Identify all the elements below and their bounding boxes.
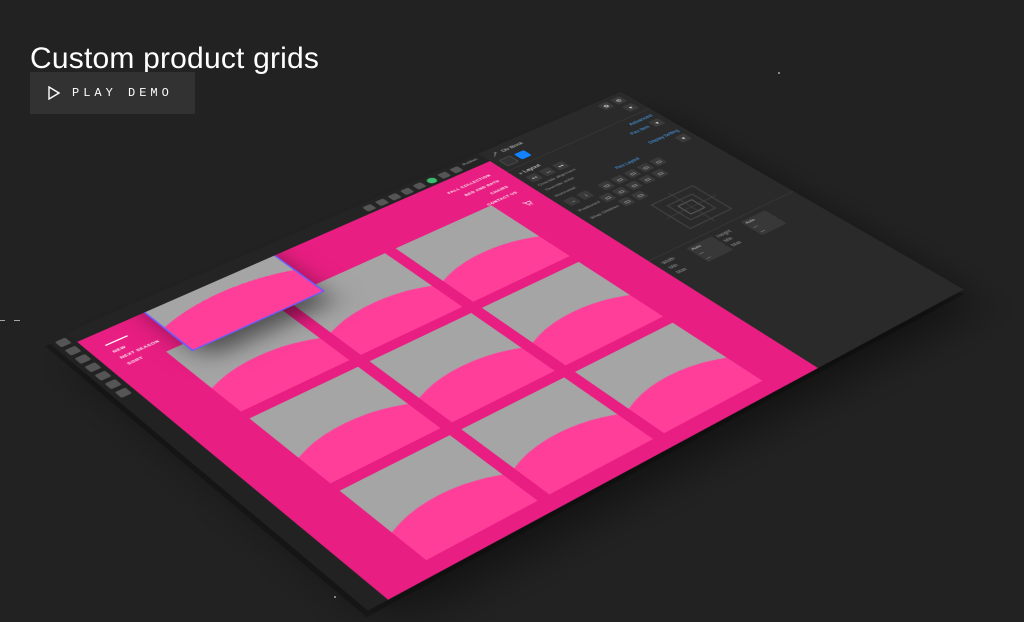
product-tile[interactable] [369, 313, 554, 422]
product-tile[interactable] [461, 377, 653, 494]
left-toolbar[interactable] [47, 333, 388, 611]
toolbar-icon[interactable] [449, 166, 463, 174]
tool-icon[interactable] [84, 362, 101, 372]
expand-icon[interactable]: ▾ [648, 118, 666, 127]
tool-icon[interactable] [104, 379, 121, 389]
device-icon[interactable] [412, 182, 426, 190]
justify-icon[interactable]: ▭ [610, 175, 628, 185]
menu-item[interactable]: NEW [112, 334, 154, 354]
speck [778, 72, 780, 74]
align-btn[interactable]: ▭ [638, 175, 656, 185]
cart-icon[interactable] [520, 199, 536, 208]
justify-icon[interactable]: ▭ [649, 157, 667, 166]
product-tile[interactable] [575, 322, 762, 433]
speck [334, 596, 336, 598]
direction-icon[interactable]: → [563, 196, 582, 206]
editor-window: Publish NEW NEXT SEASON SORT FALL COLLEC… [47, 92, 964, 611]
justify-icon[interactable]: ▭ [597, 181, 615, 191]
product-tile[interactable] [250, 367, 440, 483]
tool-icon[interactable] [55, 338, 72, 348]
product-tile[interactable] [339, 435, 537, 560]
align-btn[interactable]: ▭ [598, 193, 617, 203]
menu-underline [105, 335, 128, 346]
expand-icon[interactable]: ▾ [674, 133, 692, 142]
play-icon [48, 86, 60, 100]
toolbar-icon[interactable] [437, 171, 451, 179]
device-icon[interactable] [400, 187, 414, 195]
gear-icon[interactable]: ⚙ [610, 96, 627, 105]
wrap-btn[interactable]: ▭ [631, 190, 649, 200]
align-btn[interactable]: ▭ [612, 187, 630, 197]
tool-icon[interactable] [74, 354, 91, 364]
tool-icon[interactable] [94, 371, 111, 381]
align-icon[interactable]: ↦ [552, 161, 570, 171]
tool-icon[interactable] [115, 387, 132, 398]
speck [14, 320, 20, 321]
demo-scene: Publish NEW NEXT SEASON SORT FALL COLLEC… [132, 55, 892, 575]
speck [0, 320, 5, 321]
wrap-btn[interactable]: ▭ [618, 197, 637, 207]
align-icon[interactable]: ↤ [525, 173, 543, 183]
site-left-menu: NEW NEXT SEASON SORT [105, 328, 169, 366]
chevron-down-icon[interactable]: ▾ [622, 103, 640, 112]
paint-icon [489, 151, 502, 158]
justify-icon[interactable]: ▭ [623, 169, 641, 179]
breakpoint-base[interactable] [514, 150, 532, 159]
breakpoint-none[interactable] [499, 156, 520, 167]
menu-item[interactable]: SORT [127, 346, 169, 366]
justify-icon[interactable]: ▭ [636, 163, 654, 173]
align-btn[interactable]: ▭ [625, 181, 643, 191]
status-dot-icon [425, 176, 439, 184]
tool-icon[interactable] [65, 346, 82, 356]
menu-item[interactable]: NEXT SEASON [119, 340, 161, 360]
align-btn[interactable]: ▭ [651, 169, 669, 179]
direction-icon[interactable]: ↓ [576, 190, 594, 200]
align-icon[interactable]: ↔ [539, 167, 557, 177]
settings-icon[interactable]: ✿ [597, 102, 615, 111]
